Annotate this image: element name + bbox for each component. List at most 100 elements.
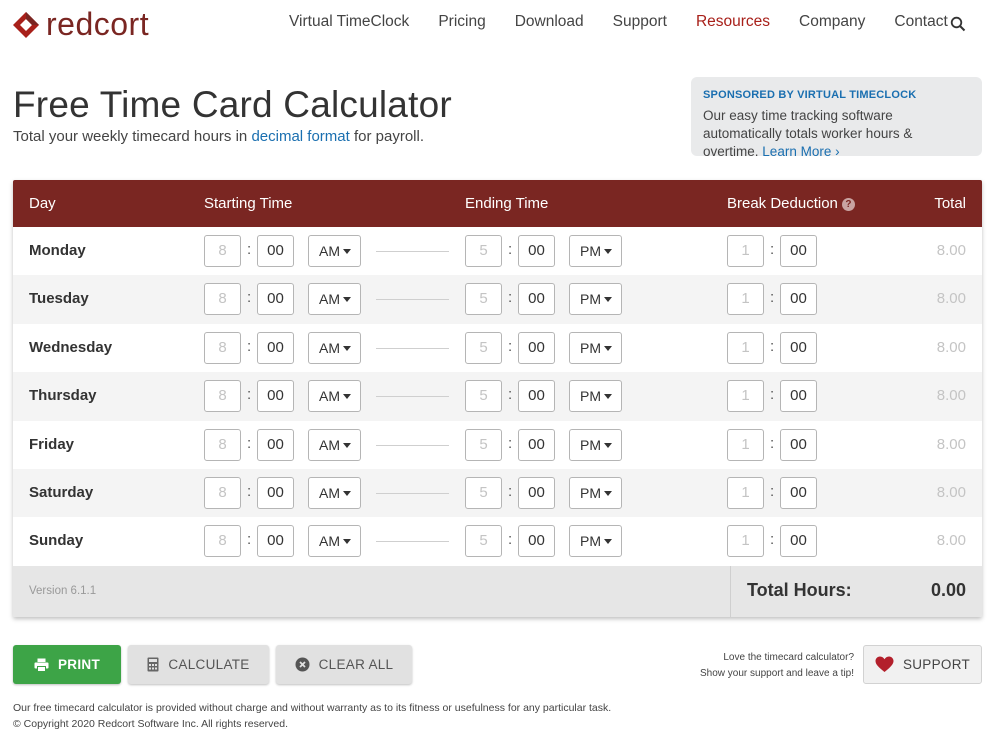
start-ampm-select[interactable]: AM	[308, 476, 361, 509]
nav-pricing[interactable]: Pricing	[438, 13, 485, 31]
break-hour-input[interactable]: 1	[727, 476, 764, 509]
calculate-button[interactable]: CALCULATE	[128, 645, 269, 684]
start-hour-input[interactable]: 8	[204, 476, 241, 509]
end-minute-input[interactable]: 00	[518, 283, 555, 316]
nav-virtual-timeclock[interactable]: Virtual TimeClock	[289, 13, 409, 31]
time-separator: :	[770, 531, 775, 549]
end-minute-input[interactable]: 00	[518, 525, 555, 558]
end-hour-input[interactable]: 5	[465, 331, 502, 364]
start-ampm-select[interactable]: AM	[308, 331, 361, 364]
end-minute-input[interactable]: 00	[518, 235, 555, 267]
time-separator: :	[770, 386, 775, 404]
break-minute-input[interactable]: 00	[780, 476, 817, 509]
start-ampm-select[interactable]: AM	[308, 283, 361, 316]
end-minute-input[interactable]: 00	[518, 331, 555, 364]
end-hour-input[interactable]: 5	[465, 428, 502, 461]
break-hour-input[interactable]: 1	[727, 235, 764, 267]
start-minute-input[interactable]: 00	[257, 235, 294, 267]
start-hour-input[interactable]: 8	[204, 525, 241, 558]
time-separator: :	[247, 482, 252, 500]
row-total: 8.00	[936, 435, 966, 453]
page-title: Free Time Card Calculator	[13, 84, 452, 125]
end-ampm-select[interactable]: PM	[569, 235, 622, 267]
main-nav: Virtual TimeClock Pricing Download Suppo…	[289, 13, 977, 31]
end-ampm-value: PM	[580, 388, 601, 405]
search-icon[interactable]	[950, 16, 966, 32]
day-label: Thursday	[29, 387, 97, 405]
end-ampm-select[interactable]: PM	[569, 380, 622, 413]
start-ampm-value: AM	[319, 339, 340, 356]
nav-company[interactable]: Company	[799, 13, 865, 31]
start-ampm-select[interactable]: AM	[308, 380, 361, 413]
support-button[interactable]: SUPPORT	[863, 645, 982, 684]
end-hour-input[interactable]: 5	[465, 380, 502, 413]
time-separator: :	[247, 337, 252, 355]
support-line-1: Love the timecard calculator?	[723, 652, 854, 663]
start-minute-input[interactable]: 00	[257, 283, 294, 316]
start-hour-input[interactable]: 8	[204, 283, 241, 316]
break-hour-input[interactable]: 1	[727, 331, 764, 364]
start-ampm-select[interactable]: AM	[308, 235, 361, 267]
end-hour-input[interactable]: 5	[465, 476, 502, 509]
end-minute-input[interactable]: 00	[518, 476, 555, 509]
nav-contact[interactable]: Contact	[894, 13, 947, 31]
time-separator: :	[770, 434, 775, 452]
time-connector	[376, 299, 449, 301]
end-hour-input[interactable]: 5	[465, 283, 502, 316]
print-button[interactable]: PRINT	[13, 645, 121, 684]
row-total: 8.00	[936, 242, 966, 259]
clear-all-label: CLEAR ALL	[318, 657, 394, 672]
break-hour-input[interactable]: 1	[727, 380, 764, 413]
end-ampm-select[interactable]: PM	[569, 476, 622, 509]
end-ampm-select[interactable]: PM	[569, 428, 622, 461]
total-hours-value: 0.00	[930, 580, 966, 600]
learn-more-link[interactable]: Learn More ›	[762, 144, 839, 159]
break-minute-input[interactable]: 00	[780, 380, 817, 413]
clear-all-button[interactable]: CLEAR ALL	[276, 645, 412, 684]
time-separator: :	[508, 337, 513, 355]
end-minute-input[interactable]: 00	[518, 428, 555, 461]
break-minute-input[interactable]: 00	[780, 331, 817, 364]
break-hour-input[interactable]: 1	[727, 283, 764, 316]
start-ampm-select[interactable]: AM	[308, 428, 361, 461]
time-separator: :	[508, 434, 513, 452]
time-connector	[376, 541, 449, 543]
end-ampm-select[interactable]: PM	[569, 283, 622, 316]
break-hour-input[interactable]: 1	[727, 525, 764, 558]
start-hour-input[interactable]: 8	[204, 380, 241, 413]
end-minute-input[interactable]: 00	[518, 380, 555, 413]
start-hour-input[interactable]: 8	[204, 235, 241, 267]
support-line-2: Show your support and leave a tip!	[700, 668, 854, 679]
nav-support[interactable]: Support	[613, 13, 667, 31]
end-hour-input[interactable]: 5	[465, 525, 502, 558]
end-hour-input[interactable]: 5	[465, 235, 502, 267]
end-ampm-select[interactable]: PM	[569, 331, 622, 364]
table-header: Day Starting Time Ending Time Break Dedu…	[13, 180, 982, 227]
support-message: Love the timecard calculator? Show your …	[700, 650, 854, 682]
brand-logo[interactable]: redcort	[12, 6, 149, 43]
break-minute-input[interactable]: 00	[780, 428, 817, 461]
start-ampm-value: AM	[319, 243, 340, 259]
start-minute-input[interactable]: 00	[257, 331, 294, 364]
nav-resources[interactable]: Resources	[696, 13, 770, 31]
end-ampm-select[interactable]: PM	[569, 525, 622, 558]
day-label: Friday	[29, 435, 75, 453]
start-minute-input[interactable]: 00	[257, 525, 294, 558]
break-minute-input[interactable]: 00	[780, 235, 817, 267]
break-minute-input[interactable]: 00	[780, 283, 817, 316]
start-hour-input[interactable]: 8	[204, 428, 241, 461]
decimal-format-link[interactable]: decimal format	[251, 128, 349, 145]
help-icon[interactable]: ?	[841, 198, 855, 211]
break-hour-input[interactable]: 1	[727, 428, 764, 461]
nav-download[interactable]: Download	[515, 13, 584, 31]
start-minute-input[interactable]: 00	[257, 380, 294, 413]
break-minute-input[interactable]: 00	[780, 525, 817, 558]
start-minute-input[interactable]: 00	[257, 476, 294, 509]
time-separator: :	[508, 241, 513, 258]
start-ampm-select[interactable]: AM	[308, 525, 361, 558]
start-hour-input[interactable]: 8	[204, 331, 241, 364]
site-header: redcort Virtual TimeClock Pricing Downlo…	[0, 0, 1000, 48]
header-starting-time: Starting Time	[204, 195, 293, 212]
start-minute-input[interactable]: 00	[257, 428, 294, 461]
time-separator: :	[770, 482, 775, 500]
